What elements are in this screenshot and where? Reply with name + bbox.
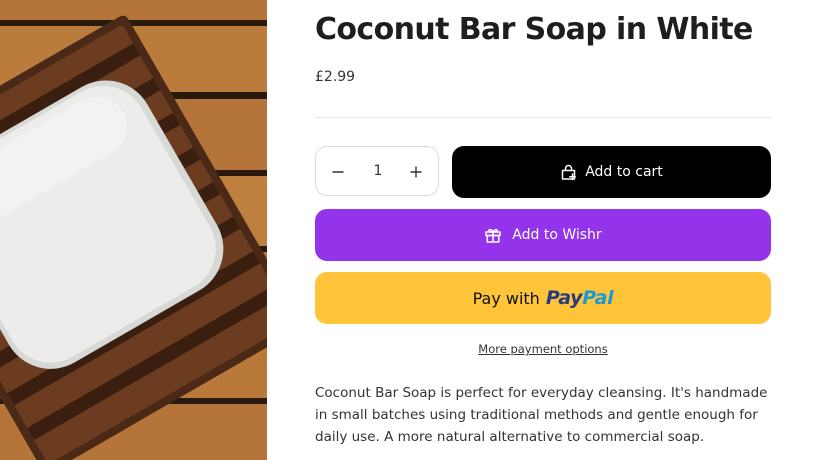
divider xyxy=(315,117,771,118)
product-description: Coconut Bar Soap is perfect for everyday… xyxy=(315,385,768,445)
paypal-prefix-label: Pay with xyxy=(472,288,540,308)
decrease-quantity-button[interactable] xyxy=(316,147,360,195)
minus-icon xyxy=(332,166,344,178)
paypal-logo: PayPal xyxy=(546,287,614,309)
add-to-cart-button[interactable]: Add to cart xyxy=(452,146,771,198)
quantity-stepper xyxy=(315,146,439,196)
plus-icon xyxy=(410,166,422,178)
product-image xyxy=(0,0,267,460)
product-price: £2.99 xyxy=(315,69,356,85)
gift-icon xyxy=(484,226,502,244)
increase-quantity-button[interactable] xyxy=(394,147,438,195)
add-to-wishr-label: Add to Wishr xyxy=(512,227,602,243)
quantity-input[interactable] xyxy=(360,147,396,195)
add-to-cart-label: Add to cart xyxy=(585,164,663,180)
product-title: Coconut Bar Soap in White xyxy=(315,12,753,47)
add-to-wishr-button[interactable]: Add to Wishr xyxy=(315,209,771,261)
more-payment-options-link[interactable]: More payment options xyxy=(478,342,607,356)
more-payment-options-container: More payment options xyxy=(315,338,771,357)
cart-add-icon xyxy=(560,164,577,181)
paypal-logo-pal: Pal xyxy=(582,287,614,309)
pay-with-paypal-button[interactable]: Pay with PayPal xyxy=(315,272,771,324)
soap-on-wooden-dish-illustration xyxy=(0,0,267,460)
paypal-logo-pay: Pay xyxy=(545,287,583,309)
